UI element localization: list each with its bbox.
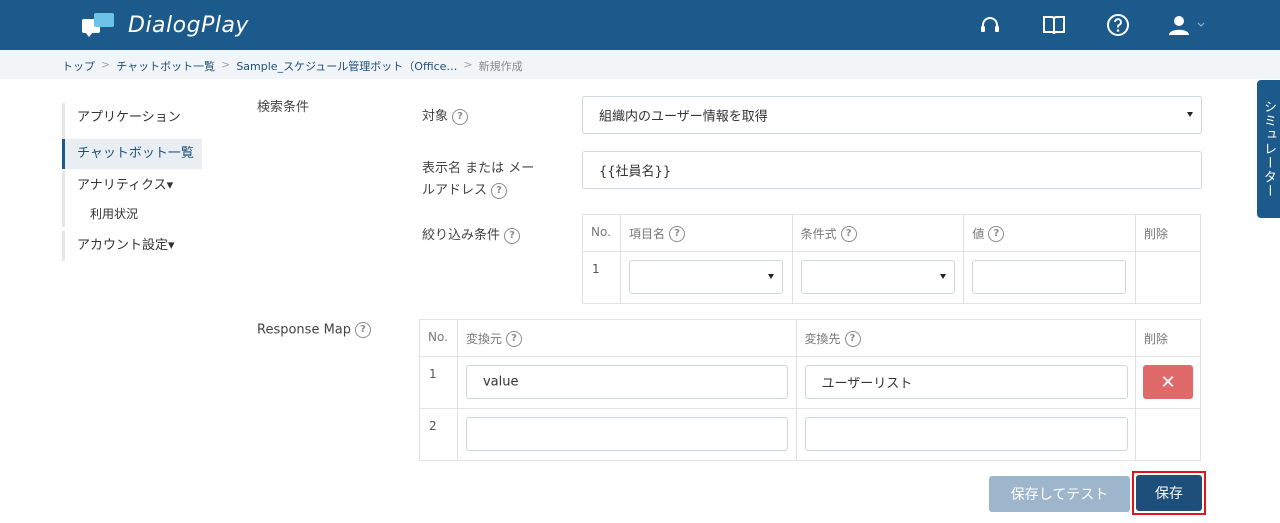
breadcrumb-separator: > <box>221 58 231 71</box>
table-row: 1 <box>582 251 1201 304</box>
field-cell <box>619 251 793 304</box>
table-header-row: No. 項目名? 条件式? 値? 削除 <box>582 214 1201 252</box>
chat-bubbles-icon <box>82 11 118 39</box>
target-input-value: ユーザーリスト <box>821 376 913 392</box>
target-select[interactable]: 組織内のユーザー情報を取得 <box>582 96 1202 134</box>
app-name: DialogPlay <box>128 12 249 38</box>
delete-row-button[interactable]: ✕ <box>1143 365 1194 399</box>
source-input-value: value <box>482 374 519 390</box>
dropdown-arrow-icon <box>1187 112 1193 117</box>
top-navbar: DialogPlay <box>0 0 1280 50</box>
column-header-delete: 削除 <box>1135 214 1201 252</box>
simulator-tab[interactable]: シミュレーター <box>1257 80 1280 218</box>
display-name-label: 表示名 または メー ルアドレス? <box>422 158 534 202</box>
response-map-table: No. 変換元? 変換先? 削除 1 value ユーザーリスト ✕ 2 <box>419 319 1201 461</box>
response-map-label: Response Map? <box>257 322 372 338</box>
user-icon <box>1169 16 1189 35</box>
display-name-input[interactable]: {{社員名}} <box>582 151 1202 189</box>
breadcrumb-bot[interactable]: Sample_スケジュール管理ボット（Office… <box>236 58 457 74</box>
display-name-label-line2: ルアドレス <box>422 183 488 198</box>
delete-cell <box>1135 408 1201 461</box>
breadcrumb-separator: > <box>101 58 111 71</box>
table-row: 1 value ユーザーリスト ✕ <box>419 356 1201 409</box>
app-logo[interactable]: DialogPlay <box>82 10 249 40</box>
row-number: 1 <box>419 356 458 409</box>
sidebar-item-analytics[interactable]: アナリティクス▾ <box>62 171 202 201</box>
close-icon: ✕ <box>1160 371 1176 393</box>
column-header-no: No. <box>419 319 458 357</box>
column-header-target: 変換先? <box>795 319 1137 357</box>
target-cell: ユーザーリスト <box>795 356 1137 409</box>
help-icon[interactable]: ? <box>491 182 508 199</box>
sidebar-item-chatbot-list[interactable]: チャットボット一覧 <box>62 139 202 169</box>
filter-table: No. 項目名? 条件式? 値? 削除 1 <box>582 214 1201 304</box>
sidebar-item-applications[interactable]: アプリケーション <box>62 103 202 133</box>
table-header-row: No. 変換元? 変換先? 削除 <box>419 319 1201 357</box>
value-cell <box>963 251 1137 304</box>
save-and-test-button[interactable]: 保存してテスト <box>989 476 1130 512</box>
dropdown-arrow-icon <box>767 274 774 279</box>
user-menu[interactable] <box>1168 12 1216 38</box>
sidebar-item-usage[interactable]: 利用状況 <box>62 201 202 227</box>
sidebar-item-account-settings[interactable]: アカウント設定▾ <box>62 231 202 261</box>
book-icon[interactable] <box>1041 12 1067 38</box>
help-icon[interactable]: ? <box>506 330 522 347</box>
breadcrumb-top[interactable]: トップ <box>62 58 95 74</box>
column-header-condition-text: 条件式 <box>800 227 837 241</box>
row-number: 2 <box>419 408 458 461</box>
target-select-value: 組織内のユーザー情報を取得 <box>599 109 768 125</box>
help-icon[interactable]: ? <box>844 330 861 347</box>
target-input[interactable]: ユーザーリスト <box>804 365 1128 399</box>
column-header-field-text: 項目名 <box>628 227 665 241</box>
filter-label-text: 絞り込み条件 <box>422 228 501 243</box>
column-header-source: 変換元? <box>456 319 797 357</box>
column-header-condition: 条件式? <box>791 214 965 252</box>
help-icon[interactable]: ? <box>988 225 1005 242</box>
target-input[interactable] <box>804 417 1128 451</box>
breadcrumb: トップ > チャットボット一覧 > Sample_スケジュール管理ボット（Off… <box>0 50 1280 79</box>
help-icon[interactable]: ? <box>355 322 372 338</box>
column-header-value-text: 値 <box>972 227 985 241</box>
column-header-delete: 削除 <box>1135 319 1201 357</box>
delete-cell <box>1135 251 1201 304</box>
source-input[interactable]: value <box>465 365 788 399</box>
search-conditions-label: 検索条件 <box>257 100 310 115</box>
breadcrumb-current: 新規作成 <box>478 60 523 73</box>
display-name-value: {{社員名}} <box>599 164 672 180</box>
dropdown-arrow-icon <box>939 274 946 279</box>
sidebar: アプリケーション チャットボット一覧 アナリティクス▾ 利用状況 アカウント設定… <box>62 103 202 261</box>
source-cell: value <box>456 356 797 409</box>
column-header-field: 項目名? <box>619 214 793 252</box>
column-header-value: 値? <box>963 214 1137 252</box>
filter-label: 絞り込み条件? <box>422 224 521 244</box>
response-map-label-text: Response Map <box>257 322 352 338</box>
target-label: 対象? <box>422 105 469 125</box>
condition-cell <box>791 251 965 304</box>
help-icon[interactable]: ? <box>669 225 685 242</box>
column-header-source-text: 変換元 <box>465 332 502 346</box>
field-select[interactable] <box>628 260 783 294</box>
target-cell <box>795 408 1137 461</box>
source-cell <box>456 408 797 461</box>
save-button[interactable]: 保存 <box>1136 475 1202 511</box>
source-input[interactable] <box>465 417 788 451</box>
column-header-no: No. <box>582 214 621 252</box>
breadcrumb-separator: > <box>463 58 473 71</box>
breadcrumb-chatbot-list[interactable]: チャットボット一覧 <box>116 58 215 74</box>
row-number: 1 <box>582 251 621 304</box>
display-name-label-line1: 表示名 または メー <box>422 161 535 176</box>
help-icon[interactable]: ? <box>452 108 469 125</box>
help-icon[interactable]: ? <box>840 225 857 242</box>
delete-cell: ✕ <box>1135 356 1201 409</box>
help-icon[interactable] <box>1105 12 1131 38</box>
help-icon[interactable]: ? <box>504 227 521 244</box>
table-row: 2 <box>419 408 1201 461</box>
value-input[interactable] <box>972 260 1127 294</box>
headset-icon[interactable] <box>977 12 1003 38</box>
target-label-text: 対象 <box>422 109 449 124</box>
column-header-target-text: 変換先 <box>804 332 841 346</box>
chevron-down-icon <box>1197 22 1205 27</box>
condition-select[interactable] <box>800 260 955 294</box>
